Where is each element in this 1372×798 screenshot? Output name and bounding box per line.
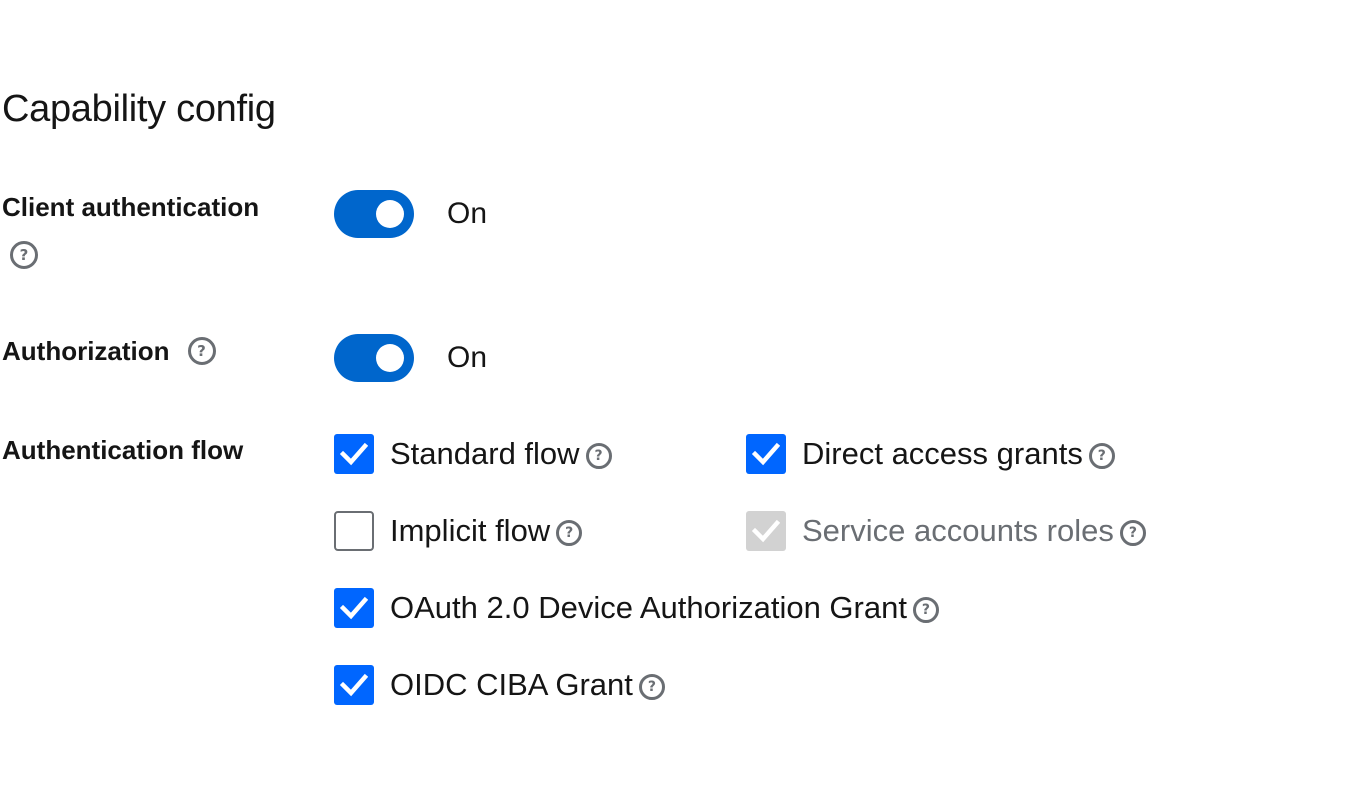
oidc-ciba-grant-label: OIDC CIBA Grant [390, 667, 633, 702]
authentication-flow-label: Authentication flow [2, 433, 243, 467]
standard-flow-checkbox[interactable] [334, 434, 374, 474]
authorization-toggle[interactable] [334, 334, 414, 382]
section-title: Capability config [2, 88, 276, 130]
client-authentication-state: On [447, 197, 488, 230]
toggle-knob [376, 344, 404, 372]
implicit-flow-checkbox[interactable] [334, 511, 374, 551]
client-authentication-label-text: Client authentication [2, 192, 260, 222]
client-authentication-help-icon[interactable]: ? [10, 241, 38, 269]
oidc-ciba-grant-option: OIDC CIBA Grant ? [334, 665, 665, 705]
implicit-flow-label: Implicit flow [390, 513, 551, 548]
oauth-device-grant-checkbox[interactable] [334, 588, 374, 628]
standard-flow-help-icon[interactable]: ? [585, 443, 612, 469]
authorization-label-text: Authorization [2, 336, 170, 366]
client-authentication-toggle[interactable] [334, 190, 414, 238]
capability-config-page: Capability config Client authentication … [0, 0, 1372, 798]
client-authentication-label: Client authentication [2, 190, 259, 224]
service-accounts-roles-label: Service accounts roles [802, 513, 1114, 548]
check-icon [752, 442, 780, 466]
service-accounts-roles-help-icon[interactable]: ? [1119, 520, 1146, 546]
authorization-state: On [447, 341, 488, 374]
check-icon [340, 596, 368, 620]
direct-access-grants-checkbox[interactable] [746, 434, 786, 474]
service-accounts-roles-checkbox [746, 511, 786, 551]
oidc-ciba-grant-checkbox[interactable] [334, 665, 374, 705]
implicit-flow-option: Implicit flow ? [334, 511, 583, 551]
oauth-device-grant-help-icon[interactable]: ? [912, 597, 939, 623]
direct-access-grants-label: Direct access grants [802, 436, 1083, 471]
service-accounts-roles-option: Service accounts roles ? [746, 511, 1146, 551]
authorization-label: Authorization ? [2, 334, 216, 368]
oauth-device-grant-label: OAuth 2.0 Device Authorization Grant [390, 590, 907, 625]
direct-access-grants-option: Direct access grants ? [746, 434, 1115, 474]
oidc-ciba-grant-help-icon[interactable]: ? [638, 674, 665, 700]
authentication-flow-label-text: Authentication flow [2, 435, 244, 465]
implicit-flow-help-icon[interactable]: ? [556, 520, 583, 546]
standard-flow-label: Standard flow [390, 436, 580, 471]
standard-flow-option: Standard flow ? [334, 434, 612, 474]
direct-access-grants-help-icon[interactable]: ? [1088, 443, 1115, 469]
authorization-help-icon[interactable]: ? [187, 337, 216, 365]
check-icon [340, 442, 368, 466]
check-icon [340, 673, 368, 697]
oauth-device-grant-option: OAuth 2.0 Device Authorization Grant ? [334, 588, 939, 628]
check-icon [752, 519, 780, 543]
toggle-knob [376, 200, 404, 228]
